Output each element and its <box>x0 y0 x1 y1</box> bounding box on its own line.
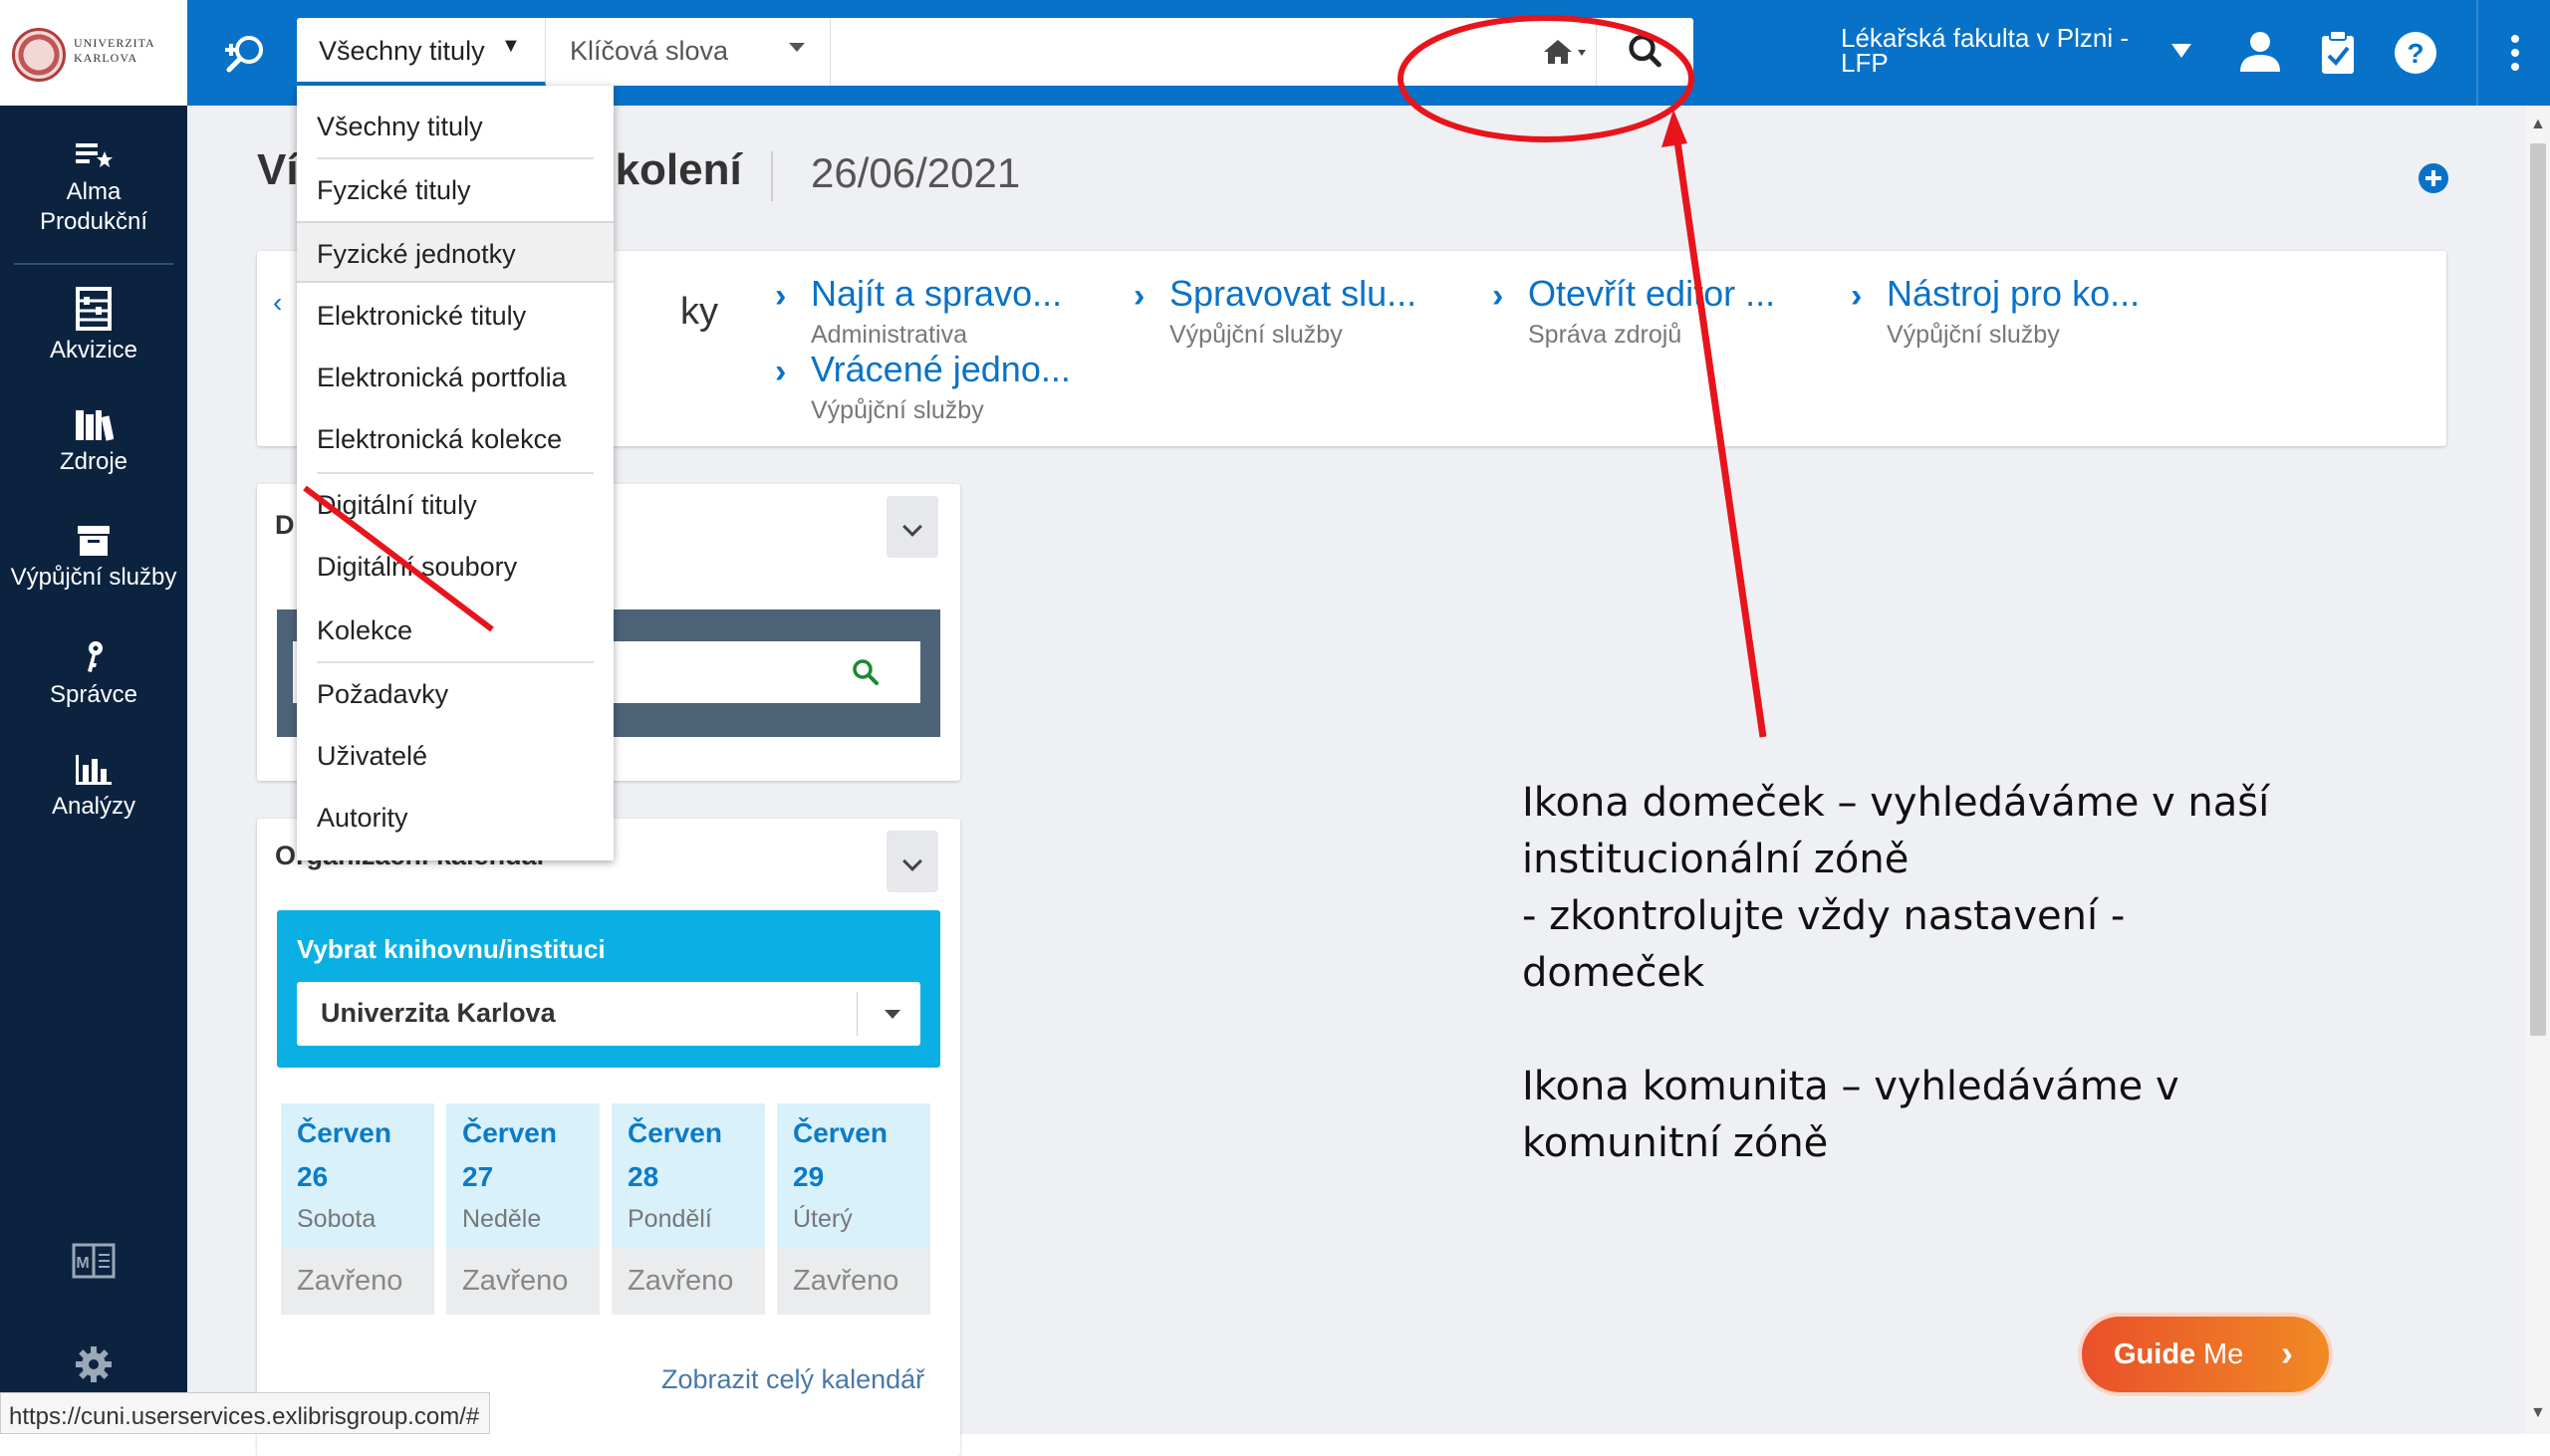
annotation-text: Ikona domeček – vyhledáváme v naší insti… <box>1522 775 2299 1172</box>
status-bar-url: https://cuni.userservices.exlibrisgroup.… <box>0 1392 491 1434</box>
annotation-line1: Ikona domeček – vyhledáváme v naší insti… <box>1522 780 2270 882</box>
annotation-strike-line <box>303 485 494 632</box>
annotation-arrow-line <box>1671 126 1767 738</box>
annotation-line2: - zkontrolujte vždy nastavení - domeček <box>1522 893 2126 996</box>
annotation-line3: Ikona komunita – vyhledáváme v komunitní… <box>1522 1064 2179 1166</box>
annotation-overlay <box>303 15 1767 738</box>
annotation-ellipse <box>1398 15 1694 142</box>
